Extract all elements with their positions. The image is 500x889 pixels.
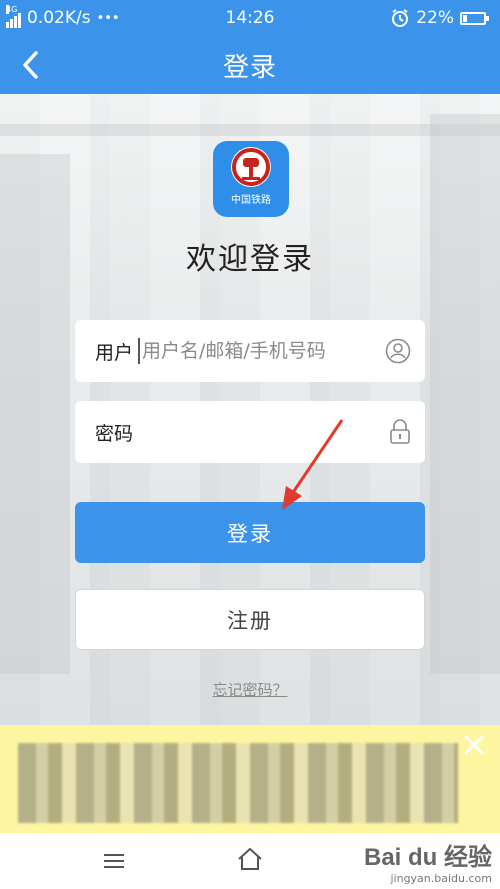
status-left: 4G 0.02K/s ••• xyxy=(6,5,390,28)
user-icon xyxy=(385,338,411,364)
username-field[interactable]: 用户 xyxy=(75,320,425,382)
chevron-left-icon xyxy=(23,51,38,79)
more-notifications: ••• xyxy=(96,10,120,26)
close-icon[interactable] xyxy=(462,733,486,757)
background-pillar xyxy=(0,154,70,674)
welcome-title: 欢迎登录 xyxy=(186,242,314,277)
battery-icon xyxy=(460,11,489,25)
background-pillar xyxy=(430,114,500,674)
login-content: 中国铁路 欢迎登录 用户 密码 登录 注册 忘记密码？ xyxy=(0,94,500,725)
lock-icon xyxy=(388,419,411,445)
nav-bar: 登录 xyxy=(0,36,500,94)
watermark-brand: Bai du 经验 xyxy=(363,844,492,871)
signal-icon: 4G xyxy=(6,5,21,28)
background-beam xyxy=(0,124,500,136)
network-type: 4G xyxy=(6,5,18,14)
app-logo: 中国铁路 xyxy=(213,141,289,217)
battery-percent: 22% xyxy=(416,8,454,28)
annotation-arrow-icon xyxy=(282,419,344,510)
forgot-password-link[interactable]: 忘记密码？ xyxy=(0,679,500,700)
password-input[interactable] xyxy=(143,419,389,445)
watermark: Bai du 经验 jingyan.baidu.com xyxy=(364,837,492,885)
logo-text: 中国铁路 xyxy=(231,194,271,206)
password-field[interactable]: 密码 xyxy=(75,401,425,463)
password-label: 密码 xyxy=(95,422,134,445)
status-bar: 4G 0.02K/s ••• 14:26 22% xyxy=(0,0,500,36)
pixelated-banner-content xyxy=(18,743,458,823)
network-speed: 0.02K/s xyxy=(27,8,91,28)
watermark-url: jingyan.baidu.com xyxy=(390,872,492,885)
railway-emblem-icon xyxy=(231,146,271,187)
alarm-icon xyxy=(392,9,409,27)
username-input[interactable] xyxy=(138,338,385,364)
page-title: 登录 xyxy=(222,52,277,83)
username-label: 用户 xyxy=(95,341,134,364)
login-button[interactable]: 登录 xyxy=(75,502,425,563)
home-icon[interactable] xyxy=(237,847,263,875)
register-button[interactable]: 注册 xyxy=(75,589,425,650)
back-button[interactable] xyxy=(14,48,48,82)
menu-icon[interactable] xyxy=(104,853,124,873)
system-nav-bar: Bai du 经验 jingyan.baidu.com xyxy=(0,833,500,889)
ad-banner[interactable] xyxy=(0,725,500,833)
battery-fill xyxy=(463,14,468,22)
status-right: 22% xyxy=(390,8,489,28)
